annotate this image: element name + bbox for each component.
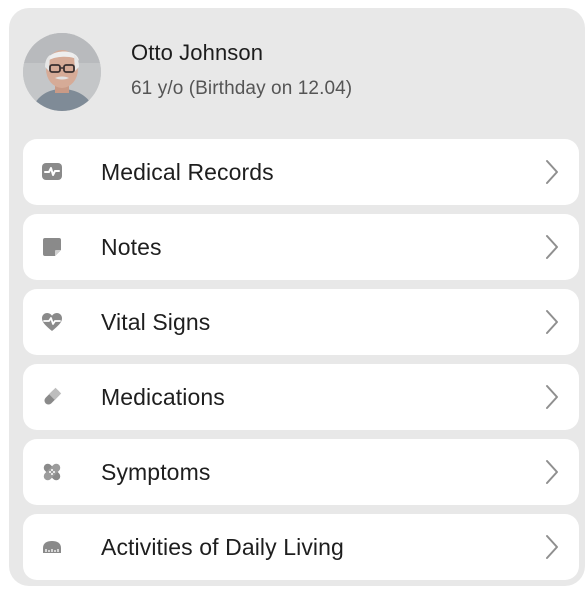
- pill-icon: [40, 385, 64, 409]
- note-icon: [40, 235, 64, 259]
- chevron-right-icon: [545, 384, 559, 410]
- chevron-right-icon: [545, 159, 559, 185]
- patient-age: 61 y/o (Birthday on 12.04): [131, 78, 353, 99]
- medical-record-icon: [40, 160, 64, 184]
- avatar[interactable]: [23, 33, 101, 111]
- menu-item-medical-records[interactable]: Medical Records: [23, 139, 579, 205]
- menu-item-label: Symptoms: [101, 459, 211, 485]
- patient-card: Otto Johnson 61 y/o (Birthday on 12.04) …: [9, 8, 585, 586]
- menu-item-label: Activities of Daily Living: [101, 534, 344, 560]
- menu-item-label: Vital Signs: [101, 309, 211, 335]
- menu-item-vital-signs[interactable]: Vital Signs: [23, 289, 579, 355]
- bandage-icon: [40, 460, 64, 484]
- menu-item-activities-of-daily-living[interactable]: Activities of Daily Living: [23, 514, 579, 580]
- menu-item-notes[interactable]: Notes: [23, 214, 579, 280]
- menu-item-medications[interactable]: Medications: [23, 364, 579, 430]
- menu-item-label: Medications: [101, 384, 225, 410]
- chevron-right-icon: [545, 459, 559, 485]
- menu-item-symptoms[interactable]: Symptoms: [23, 439, 579, 505]
- tape-measure-icon: [40, 535, 64, 559]
- chevron-right-icon: [545, 534, 559, 560]
- menu-item-label: Notes: [101, 234, 162, 260]
- chevron-right-icon: [545, 234, 559, 260]
- heart-pulse-icon: [40, 310, 64, 334]
- menu-list: Medical Records Notes Vital Signs Medica…: [23, 139, 579, 586]
- patient-header: Otto Johnson 61 y/o (Birthday on 12.04): [9, 8, 585, 138]
- patient-name: Otto Johnson: [131, 40, 264, 65]
- chevron-right-icon: [545, 309, 559, 335]
- menu-item-label: Medical Records: [101, 159, 274, 185]
